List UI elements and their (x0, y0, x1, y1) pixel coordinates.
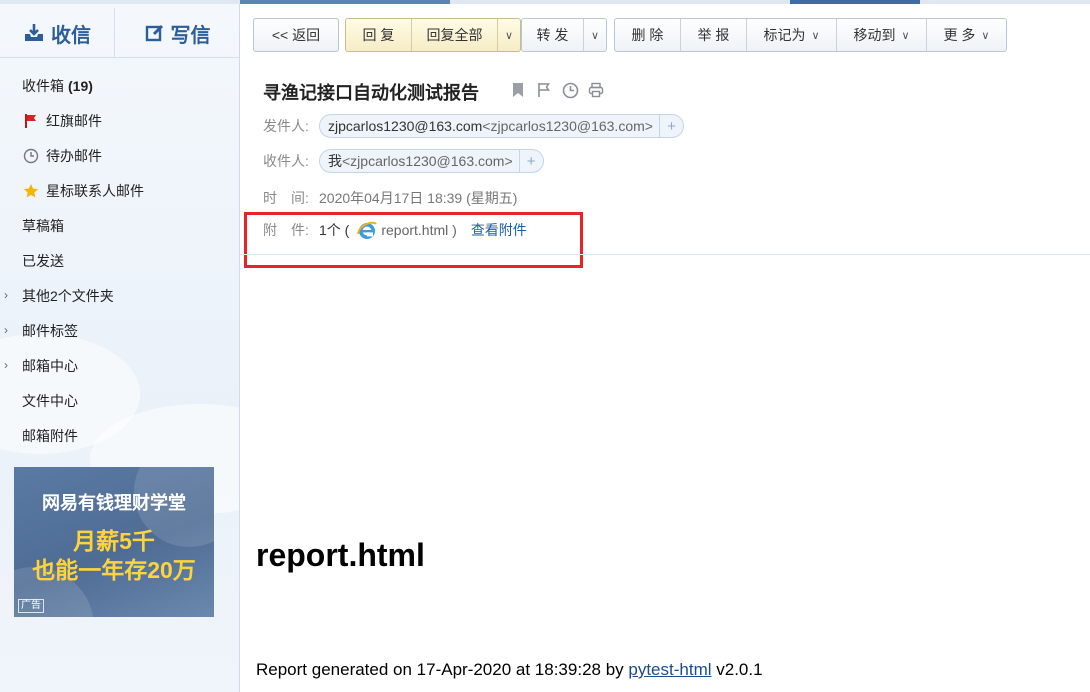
forward-group: 转 发 ∨ (521, 18, 607, 52)
more-label: 更 多 (943, 27, 976, 43)
sender-chip[interactable]: zjpcarlos1230@163.com <zjpcarlos1230@163.… (319, 114, 684, 138)
mark-as-label: 标记为 (763, 27, 806, 43)
pytest-html-link[interactable]: pytest-html (628, 660, 711, 679)
sidebar: 收信 写信 收件箱 (19) 红旗邮件 待办邮件 星标联系人邮件 草稿箱 已发送… (0, 4, 240, 692)
red-flag-icon (22, 112, 40, 130)
report-title: report.html (256, 537, 425, 573)
chevron-right-icon[interactable]: › (4, 358, 8, 372)
move-to-button[interactable]: 移动到 ∨ (837, 19, 927, 51)
folder-label: 邮箱中心 (22, 357, 78, 374)
ad-slogan-line: 也能一年存20万 (32, 557, 196, 583)
write-button[interactable]: 写信 (116, 8, 239, 58)
folder-drafts[interactable]: 草稿箱 (0, 208, 239, 243)
recipient-address: <zjpcarlos1230@163.com> (342, 153, 513, 169)
compose-edit-icon (145, 24, 163, 42)
subject-actions (509, 81, 605, 99)
compose-bar: 收信 写信 (0, 8, 239, 58)
mail-window: 收信 写信 收件箱 (19) 红旗邮件 待办邮件 星标联系人邮件 草稿箱 已发送… (0, 0, 1090, 692)
action-group: 删 除 举 报 标记为 ∨ 移动到 ∨ 更 多 ∨ (614, 18, 1007, 52)
back-button[interactable]: << 返回 (254, 19, 338, 51)
folder-list: 收件箱 (19) 红旗邮件 待办邮件 星标联系人邮件 草稿箱 已发送 › 其他2… (0, 68, 239, 453)
recipient-chip[interactable]: 我 <zjpcarlos1230@163.com> + (319, 149, 544, 173)
time-label: 时 间: (263, 190, 309, 206)
report-spam-button[interactable]: 举 报 (681, 19, 747, 51)
chevron-down-icon: ∨ (901, 29, 910, 42)
reply-dropdown-chevron-icon[interactable]: ∨ (498, 19, 520, 51)
sent-time: 2020年04月17日 18:39 (星期五) (319, 190, 518, 206)
inbox-download-icon (25, 24, 43, 41)
folder-label: 待办邮件 (46, 147, 102, 164)
folder-label: 邮箱附件 (22, 427, 78, 444)
folder-starred-contacts[interactable]: 星标联系人邮件 (0, 173, 239, 208)
folder-label: 红旗邮件 (46, 112, 102, 129)
ad-banner[interactable]: 网易有钱理财学堂 月薪5千 也能一年存20万 广告 (14, 467, 214, 617)
header-divider (240, 254, 1090, 255)
from-label: 发件人: (263, 118, 309, 134)
add-contact-plus-icon[interactable]: + (518, 150, 543, 172)
forward-dropdown-chevron-icon[interactable]: ∨ (584, 19, 606, 51)
star-icon (22, 182, 40, 200)
chevron-right-icon[interactable]: › (4, 288, 8, 302)
folder-tags[interactable]: › 邮件标签 (0, 313, 239, 348)
receive-label: 收信 (51, 24, 91, 47)
report-line-suffix: v2.0.1 (711, 660, 763, 679)
flag-icon[interactable] (535, 81, 553, 99)
folder-label: 邮件标签 (22, 322, 78, 339)
folder-attachments[interactable]: 邮箱附件 (0, 418, 239, 453)
print-icon[interactable] (587, 81, 605, 99)
delete-button[interactable]: 删 除 (615, 19, 681, 51)
clock-icon[interactable] (561, 81, 579, 99)
receive-button[interactable]: 收信 (0, 8, 115, 58)
chevron-down-icon: ∨ (811, 29, 820, 42)
report-generated-line: Report generated on 17-Apr-2020 at 18:39… (256, 660, 763, 680)
chevron-right-icon[interactable]: › (4, 323, 8, 337)
to-row: 收件人: 我 <zjpcarlos1230@163.com> + (263, 149, 544, 173)
folder-sent[interactable]: 已发送 (0, 243, 239, 278)
ad-slogan-line: 月薪5千 (73, 528, 155, 554)
back-group: << 返回 (253, 18, 339, 52)
folder-inbox[interactable]: 收件箱 (19) (0, 68, 239, 103)
report-line-prefix: Report generated on 17-Apr-2020 at 18:39… (256, 660, 629, 679)
recipient-name: 我 (328, 153, 342, 169)
ad-tag: 广告 (18, 599, 44, 613)
reply-group: 回 复 回复全部 ∨ (345, 18, 521, 52)
folder-flagged[interactable]: 红旗邮件 (0, 103, 239, 138)
folder-label: 其他2个文件夹 (22, 287, 114, 304)
bookmark-icon[interactable] (509, 81, 527, 99)
unread-count: (19) (68, 77, 93, 94)
write-label: 写信 (170, 24, 211, 47)
reply-all-button[interactable]: 回复全部 (412, 19, 498, 51)
move-to-label: 移动到 (853, 27, 896, 43)
sender-address: <zjpcarlos1230@163.com> (482, 118, 653, 134)
from-row: 发件人: zjpcarlos1230@163.com <zjpcarlos1230… (263, 114, 684, 138)
highlight-box (244, 212, 583, 268)
ad-slogan: 月薪5千 也能一年存20万 (14, 527, 214, 585)
folder-label: 收件箱 (22, 77, 64, 94)
forward-button[interactable]: 转 发 (522, 19, 584, 51)
mail-subject: 寻渔记接口自动化测试报告 (263, 83, 479, 103)
folder-label: 星标联系人邮件 (46, 182, 144, 199)
folder-other[interactable]: › 其他2个文件夹 (0, 278, 239, 313)
time-row: 时 间: 2020年04月17日 18:39 (星期五) (263, 188, 517, 208)
top-strip-tab[interactable] (240, 0, 450, 4)
top-strip-tab-active[interactable] (790, 0, 920, 4)
reply-button[interactable]: 回 复 (346, 19, 412, 51)
mark-as-button[interactable]: 标记为 ∨ (747, 19, 837, 51)
report-spam-label: 举 报 (697, 27, 730, 43)
clock-icon (22, 147, 40, 165)
add-contact-plus-icon[interactable]: + (658, 115, 683, 137)
folder-todo[interactable]: 待办邮件 (0, 138, 239, 173)
more-button[interactable]: 更 多 ∨ (927, 19, 1006, 51)
folder-file-center[interactable]: 文件中心 (0, 383, 239, 418)
folder-label: 草稿箱 (22, 217, 64, 234)
folder-label: 文件中心 (22, 392, 78, 409)
to-label: 收件人: (263, 153, 309, 169)
chevron-down-icon: ∨ (981, 29, 990, 42)
ad-title: 网易有钱理财学堂 (42, 493, 186, 513)
folder-label: 已发送 (22, 252, 64, 269)
sender-name: zjpcarlos1230@163.com (328, 118, 483, 134)
folder-mail-center[interactable]: › 邮箱中心 (0, 348, 239, 383)
